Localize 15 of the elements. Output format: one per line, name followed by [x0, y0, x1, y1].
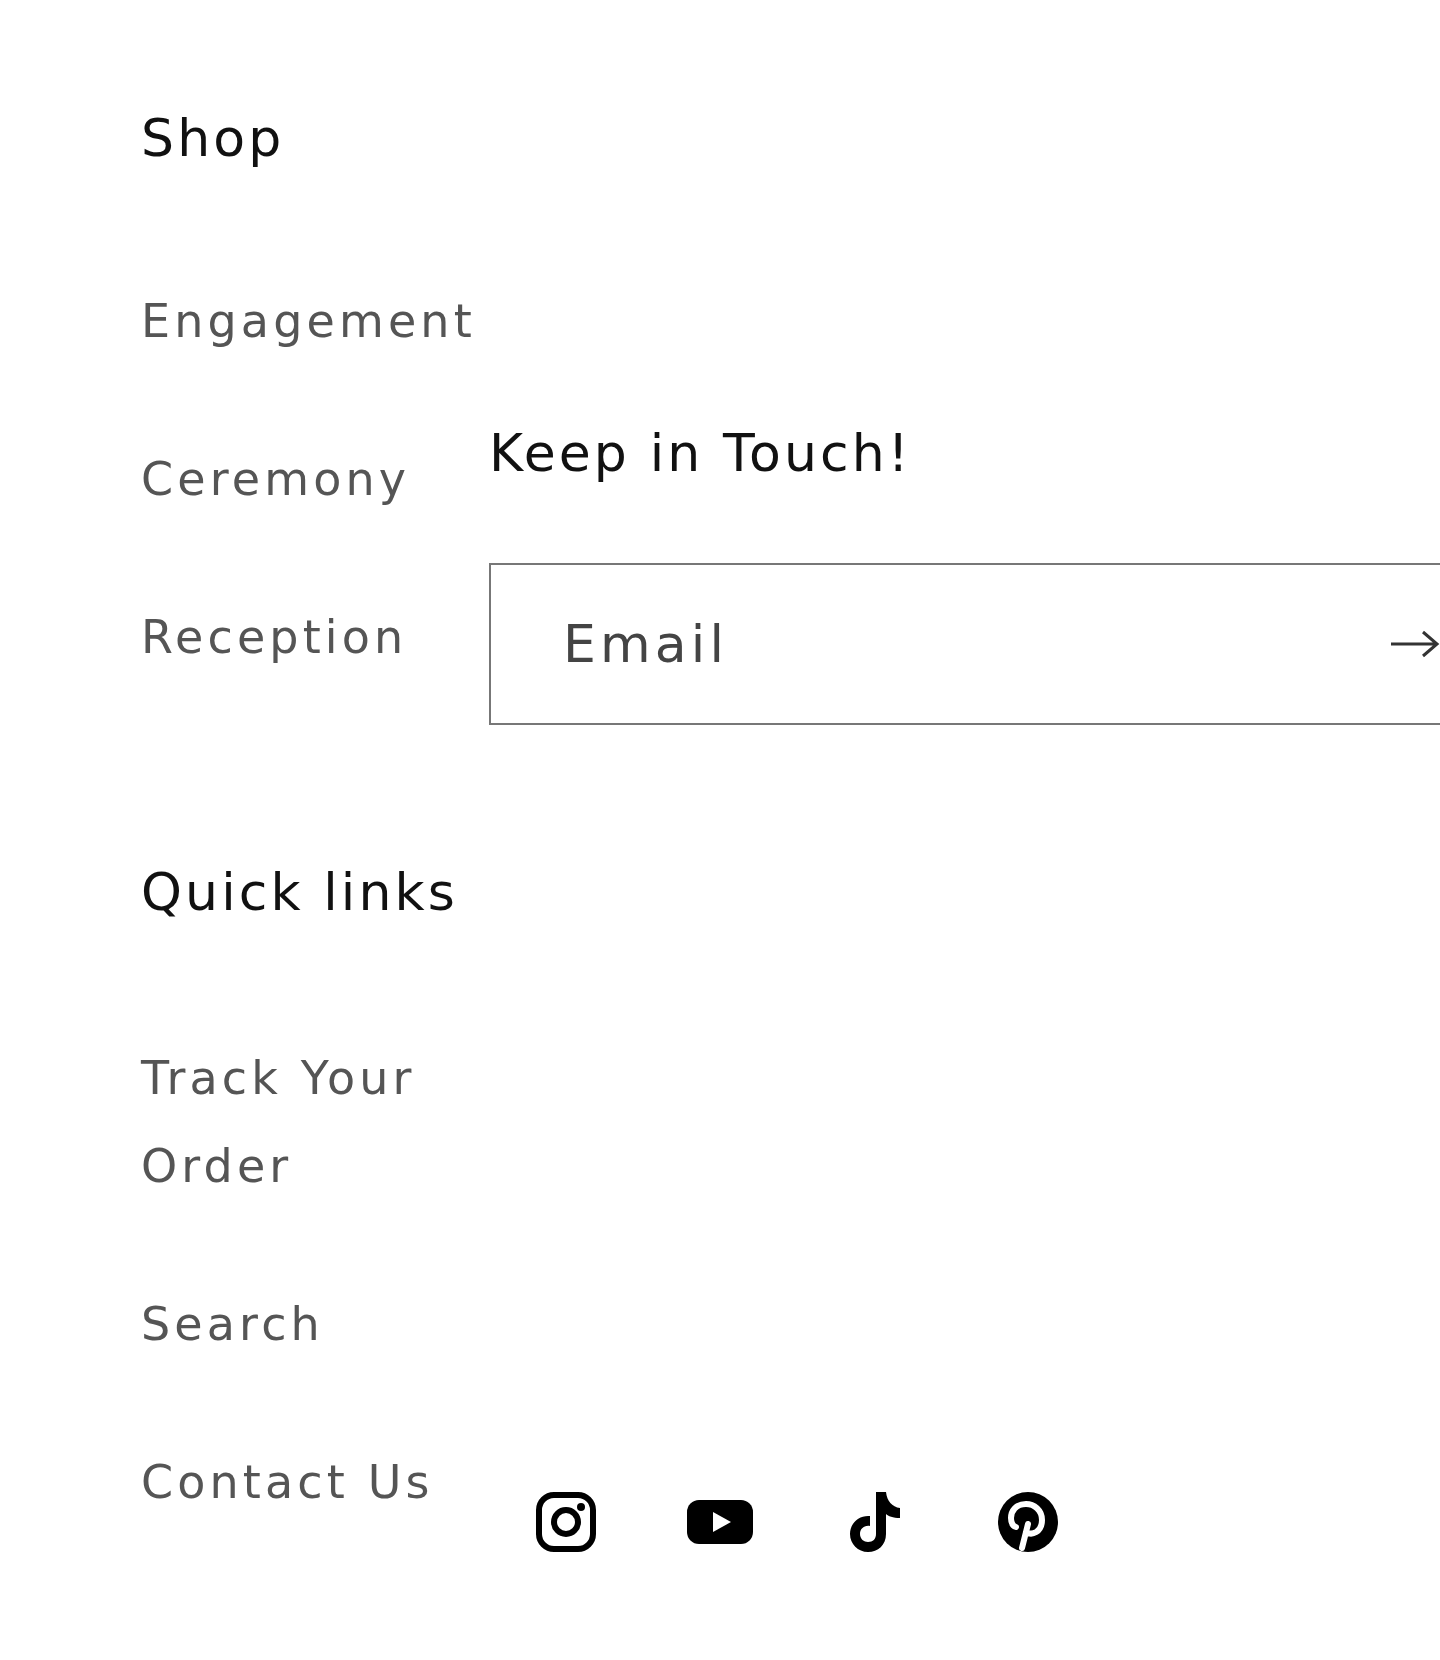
- subscribe-button[interactable]: [1389, 629, 1440, 659]
- menu-heading: Quick links: [141, 861, 459, 924]
- footer-link[interactable]: Ceremony: [141, 435, 411, 523]
- footer-link[interactable]: Track Your Order: [141, 1034, 471, 1210]
- newsletter-heading: Keep in Touch!: [489, 422, 913, 485]
- email-field[interactable]: Email: [489, 563, 1440, 725]
- menu-heading: Shop: [141, 107, 286, 170]
- youtube-icon[interactable]: [687, 1498, 753, 1546]
- pinterest-icon[interactable]: [995, 1490, 1061, 1554]
- instagram-icon[interactable]: [533, 1491, 599, 1553]
- footer-link[interactable]: Search: [141, 1280, 324, 1368]
- footer-link[interactable]: Contact Us: [141, 1438, 434, 1526]
- arrow-right-icon: [1389, 629, 1440, 659]
- footer-link[interactable]: Engagement: [141, 277, 476, 365]
- footer-link[interactable]: Reception: [141, 593, 408, 681]
